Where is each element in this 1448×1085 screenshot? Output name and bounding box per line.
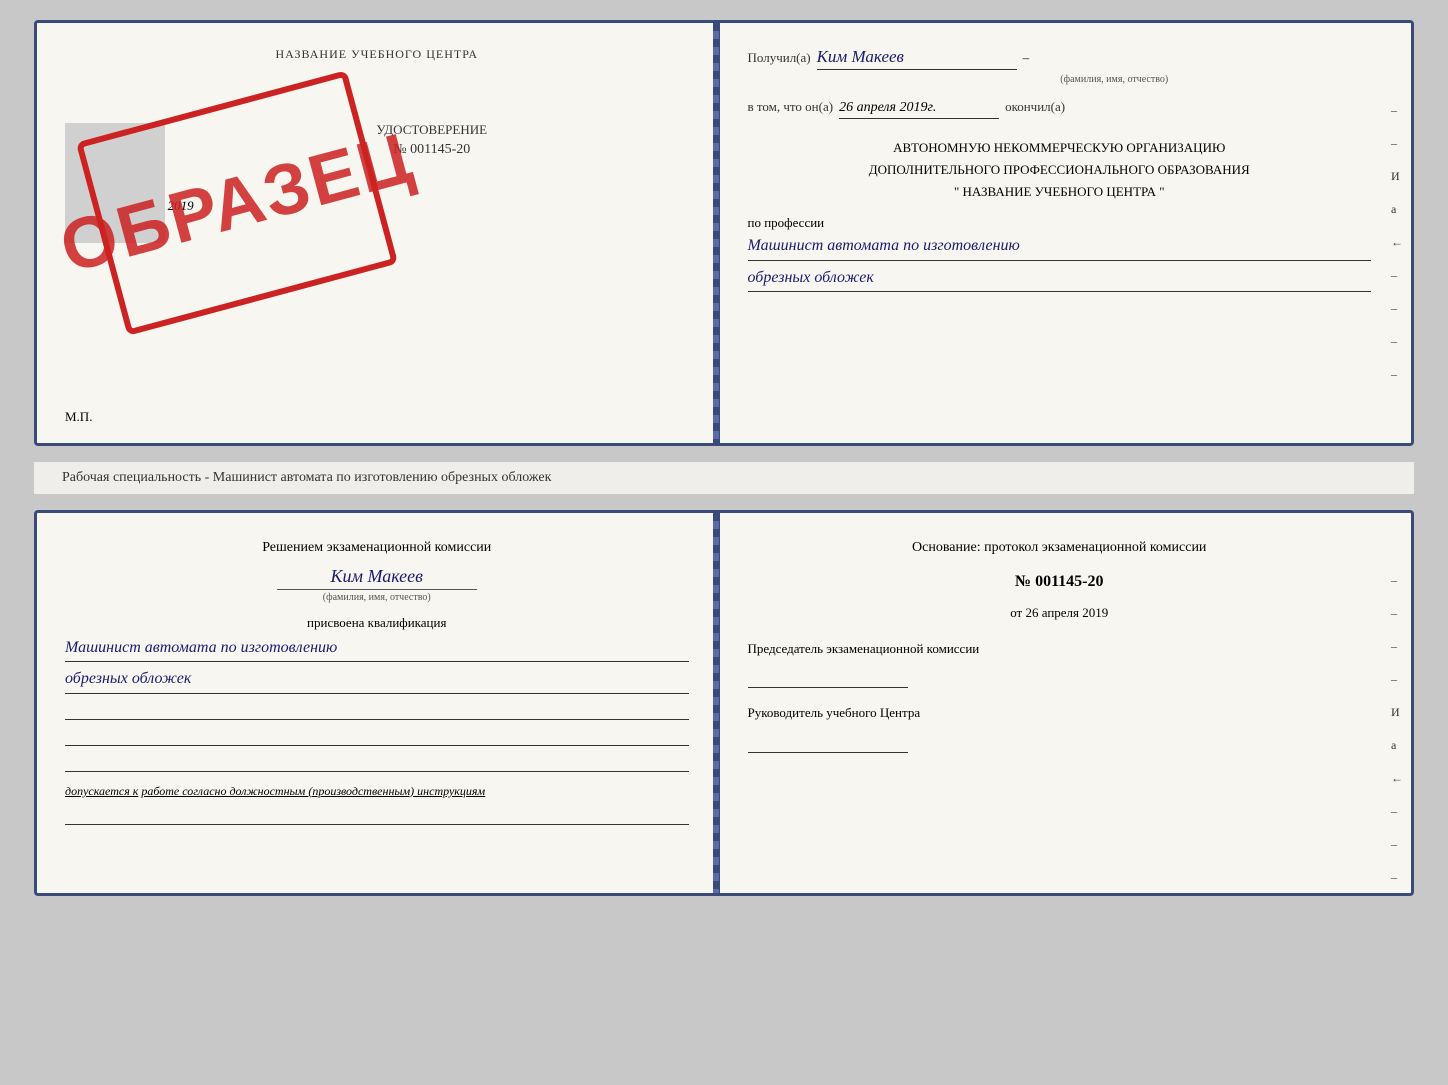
person-subtitle: (фамилия, имя, отчество) (277, 589, 477, 603)
top-doc-right: Получил(а) Ким Макеев – (фамилия, имя, о… (720, 23, 1412, 443)
photo-placeholder (65, 123, 165, 243)
blank-line-3 (65, 754, 689, 772)
head-section: Руководитель учебного Центра (748, 704, 1372, 752)
spine-decoration-bottom (713, 513, 719, 893)
cert-number-section: УДОСТОВЕРЕНИЕ № 001145-20 (175, 122, 689, 158)
udostoverenie-label: УДОСТОВЕРЕНИЕ (175, 122, 689, 138)
chairman-sig-line (748, 672, 908, 688)
допускается-text: работе согласно должностным (производств… (141, 784, 485, 798)
number-prefix: № (393, 142, 406, 157)
person-name: Ким Макеев (65, 566, 689, 587)
bottom-right-section: Основание: протокол экзаменационной коми… (748, 537, 1372, 753)
spine-decoration (713, 23, 719, 443)
qualification-line1: Машинист автомата по изготовлению (65, 637, 689, 662)
chairman-label: Председатель экзаменационной комиссии (748, 640, 1372, 658)
head-label: Руководитель учебного Центра (748, 704, 1372, 722)
top-doc-left: НАЗВАНИЕ УЧЕБНОГО ЦЕНТРА ОБРАЗЕЦ УДОСТОВ… (37, 23, 720, 443)
protocol-number: № 001145-20 (748, 568, 1372, 597)
received-prefix: Получил(а) (748, 50, 811, 66)
org-line2: ДОПОЛНИТЕЛЬНОГО ПРОФЕССИОНАЛЬНОГО ОБРАЗО… (748, 159, 1372, 181)
profession-line2: обрезных обложек (748, 267, 1372, 292)
cert-title: НАЗВАНИЕ УЧЕБНОГО ЦЕНТРА (65, 47, 689, 62)
blank-line-2 (65, 728, 689, 746)
decision-text: Решением экзаменационной комиссии (65, 537, 689, 558)
bottom-doc-right: Основание: протокол экзаменационной коми… (720, 513, 1412, 893)
recipient-name: Ким Макеев (817, 47, 1017, 70)
top-document: НАЗВАНИЕ УЧЕБНОГО ЦЕНТРА ОБРАЗЕЦ УДОСТОВ… (34, 20, 1414, 446)
org-line3: " НАЗВАНИЕ УЧЕБНОГО ЦЕНТРА " (748, 181, 1372, 203)
received-line: Получил(а) Ким Макеев – (748, 47, 1372, 70)
допускается-section: допускается к работе согласно должностны… (65, 784, 689, 799)
org-block: АВТОНОМНУЮ НЕКОММЕРЧЕСКУЮ ОРГАНИЗАЦИЮ ДО… (748, 137, 1372, 203)
side-marks-bottom: – – – – И а ← – – – – – (1391, 573, 1403, 896)
qualification-line2: обрезных обложек (65, 668, 689, 693)
org-line1: АВТОНОМНУЮ НЕКОММЕРЧЕСКУЮ ОРГАНИЗАЦИЮ (748, 137, 1372, 159)
name-subtitle: (фамилия, имя, отчество) (858, 74, 1372, 85)
basis-label: Основание: протокол экзаменационной коми… (748, 537, 1372, 558)
date-value: 26 апреля 2019г. (839, 100, 999, 119)
допускается-prefix: допускается к (65, 784, 138, 798)
mp-label: М.П. (65, 409, 92, 425)
profession-line1: Машинист автомата по изготовлению (748, 235, 1372, 260)
profession-label: по профессии (748, 215, 1372, 231)
side-marks: – – И а ← – – – – (1391, 103, 1403, 382)
in-that-line: в том, что он(а) 26 апреля 2019г. окончи… (748, 99, 1372, 119)
blank-line-1 (65, 702, 689, 720)
in-that-prefix: в том, что он(а) (748, 99, 834, 115)
cert-number: № 001145-20 (175, 142, 689, 158)
bottom-document: Решением экзаменационной комиссии Ким Ма… (34, 510, 1414, 896)
finished-label: окончил(а) (1005, 99, 1065, 115)
dash1: – (1023, 50, 1030, 66)
blank-line-4 (65, 807, 689, 825)
description-line: Рабочая специальность - Машинист автомат… (34, 462, 1414, 494)
chairman-section: Председатель экзаменационной комиссии (748, 640, 1372, 688)
qualification-label: присвоена квалификация (65, 615, 689, 631)
bottom-doc-left: Решением экзаменационной комиссии Ким Ма… (37, 513, 720, 893)
protocol-date: от 26 апреля 2019 (748, 601, 1372, 624)
number-value: 001145-20 (410, 142, 470, 157)
head-sig-line (748, 737, 908, 753)
description-text: Рабочая специальность - Машинист автомат… (62, 470, 551, 485)
